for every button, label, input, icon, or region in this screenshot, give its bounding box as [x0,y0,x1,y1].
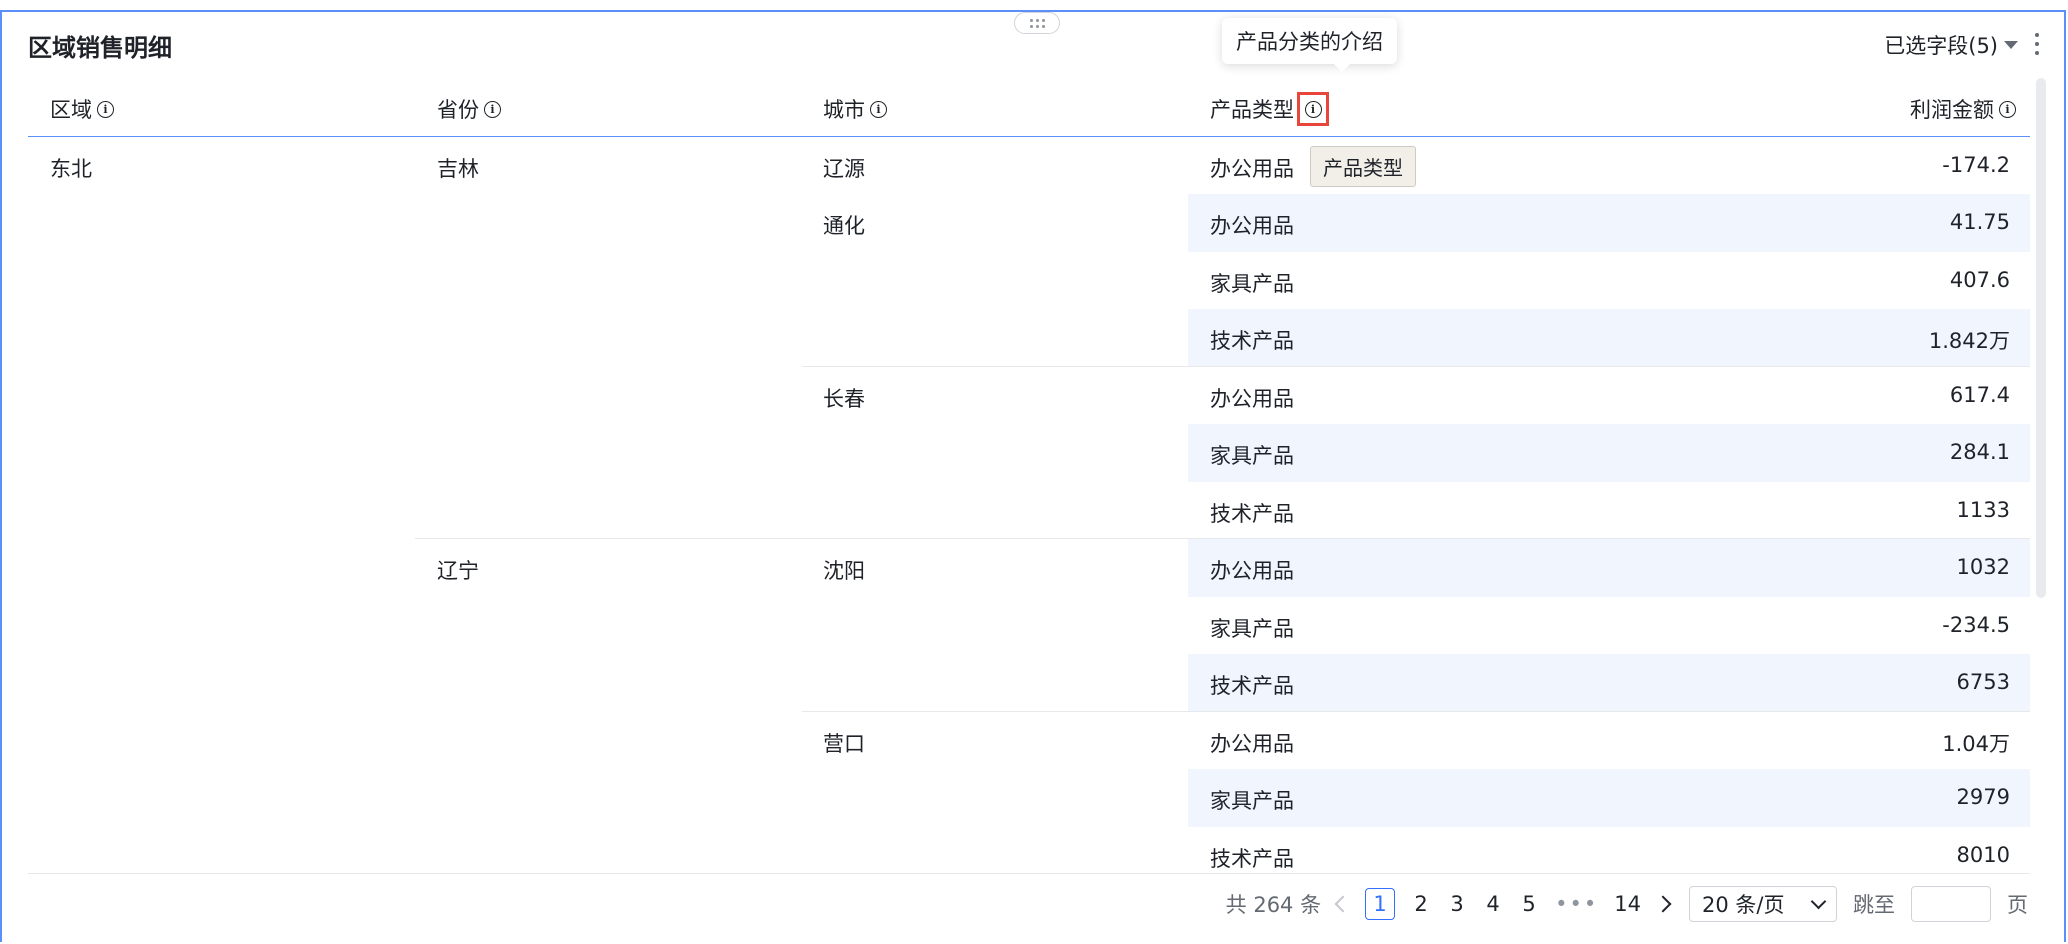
page-size-select[interactable]: 20 条/页 [1689,886,1837,922]
cell-city: 长春 [823,387,865,411]
cell-city: 沈阳 [823,559,865,583]
page-button[interactable]: 4 [1483,892,1503,916]
row-band [1188,769,2030,827]
vertical-scrollbar[interactable] [2036,78,2046,598]
column-header-city[interactable]: 城市 i [823,82,887,136]
row-band [1188,309,2030,367]
cell-city: 辽源 [823,157,865,181]
row-band [1188,194,2030,252]
info-icon[interactable]: i [870,100,887,118]
more-pages-icon[interactable]: ••• [1555,892,1598,916]
page-size-label: 20 条/页 [1702,893,1785,917]
cell-profit: 284.1 [1949,440,2010,464]
next-page-icon[interactable] [1654,895,1672,913]
cell-product-type: 办公用品 [1210,157,1294,181]
cell-province: 辽宁 [437,559,479,583]
row-band [1188,424,2030,482]
table-header: 区域 i 省份 i 城市 i 产品类型 i 利润金额 i [28,82,2030,137]
cell-product-type: 技术产品 [1210,674,1294,698]
divider [415,538,2030,539]
page-title: 区域销售明细 [28,34,172,62]
page-suffix: 页 [2007,893,2028,917]
info-icon[interactable]: i [1999,100,2016,118]
column-header-province[interactable]: 省份 i [437,82,501,136]
total-count: 共 264 条 [1225,893,1322,917]
page-button[interactable]: 2 [1411,892,1431,916]
cell-product-type: 办公用品 [1210,387,1294,411]
cell-city: 通化 [823,214,865,238]
chevron-down-icon [1810,893,1827,909]
column-header-profit[interactable]: 利润金额 i [1910,82,2016,136]
jump-page-input[interactable] [1911,886,1991,922]
column-header-product-type[interactable]: 产品类型 i [1210,82,1329,136]
cell-tooltip: 产品类型 [1310,146,1416,187]
cell-product-type: 办公用品 [1210,732,1294,756]
cell-product-type: 技术产品 [1210,847,1294,871]
page-button-last[interactable]: 14 [1614,892,1641,916]
cell-profit: 407.6 [1949,268,2010,292]
column-header-region[interactable]: 区域 i [50,82,114,136]
info-icon[interactable]: i [484,100,501,118]
cell-product-type: 技术产品 [1210,329,1294,353]
prev-page-icon[interactable] [1334,895,1352,913]
jump-label: 跳至 [1853,893,1895,917]
divider [802,366,2030,367]
page-button[interactable]: 3 [1447,892,1467,916]
more-options-icon[interactable] [2034,33,2040,55]
cell-profit: 617.4 [1949,383,2010,407]
row-band [1188,539,2030,597]
cell-product-type: 家具产品 [1210,444,1294,468]
cell-product-type: 技术产品 [1210,502,1294,526]
page-button-active[interactable]: 1 [1365,888,1396,920]
cell-profit: 1133 [1956,498,2010,522]
cell-product-type: 办公用品 [1210,559,1294,583]
table-bottom-divider [28,873,2030,874]
fields-selector-label: 已选字段(5) [1884,34,1998,58]
cell-product-type: 办公用品 [1210,214,1294,238]
cell-city: 营口 [823,732,865,756]
header-tooltip: 产品分类的介绍 [1222,18,1397,72]
cell-region: 东北 [50,157,92,181]
cell-product-type: 家具产品 [1210,272,1294,296]
cell-profit: 1032 [1956,555,2010,579]
cell-profit: -234.5 [1942,613,2010,637]
cell-profit: 8010 [1956,843,2010,867]
drag-grip-icon [1029,18,1045,28]
pagination: 共 264 条 1 2 3 4 5 ••• 14 20 条/页 跳至 页 [1226,886,2028,922]
cell-profit: 1.04万 [1942,732,2010,756]
fields-selector[interactable]: 已选字段(5) [1884,30,2018,60]
info-icon[interactable]: i [97,100,114,118]
page-button[interactable]: 5 [1519,892,1539,916]
info-icon: i [1304,100,1322,118]
row-band [1188,654,2030,712]
divider [802,711,2030,712]
cell-profit: 2979 [1956,785,2010,809]
cell-province: 吉林 [437,157,479,181]
cell-profit: -174.2 [1942,153,2010,177]
table-body: 东北 吉林 辽宁 辽源 通化 长春 沈阳 营口 办公用品 -174.2 办公用品… [28,137,2030,874]
caret-down-icon [2004,41,2018,49]
cell-product-type: 家具产品 [1210,617,1294,641]
cell-product-type: 家具产品 [1210,789,1294,813]
info-icon-highlighted[interactable]: i [1297,92,1329,126]
drag-handle[interactable] [1014,12,1060,34]
cell-profit: 41.75 [1949,210,2010,234]
cell-profit: 1.842万 [1928,329,2010,353]
cell-profit: 6753 [1956,670,2010,694]
